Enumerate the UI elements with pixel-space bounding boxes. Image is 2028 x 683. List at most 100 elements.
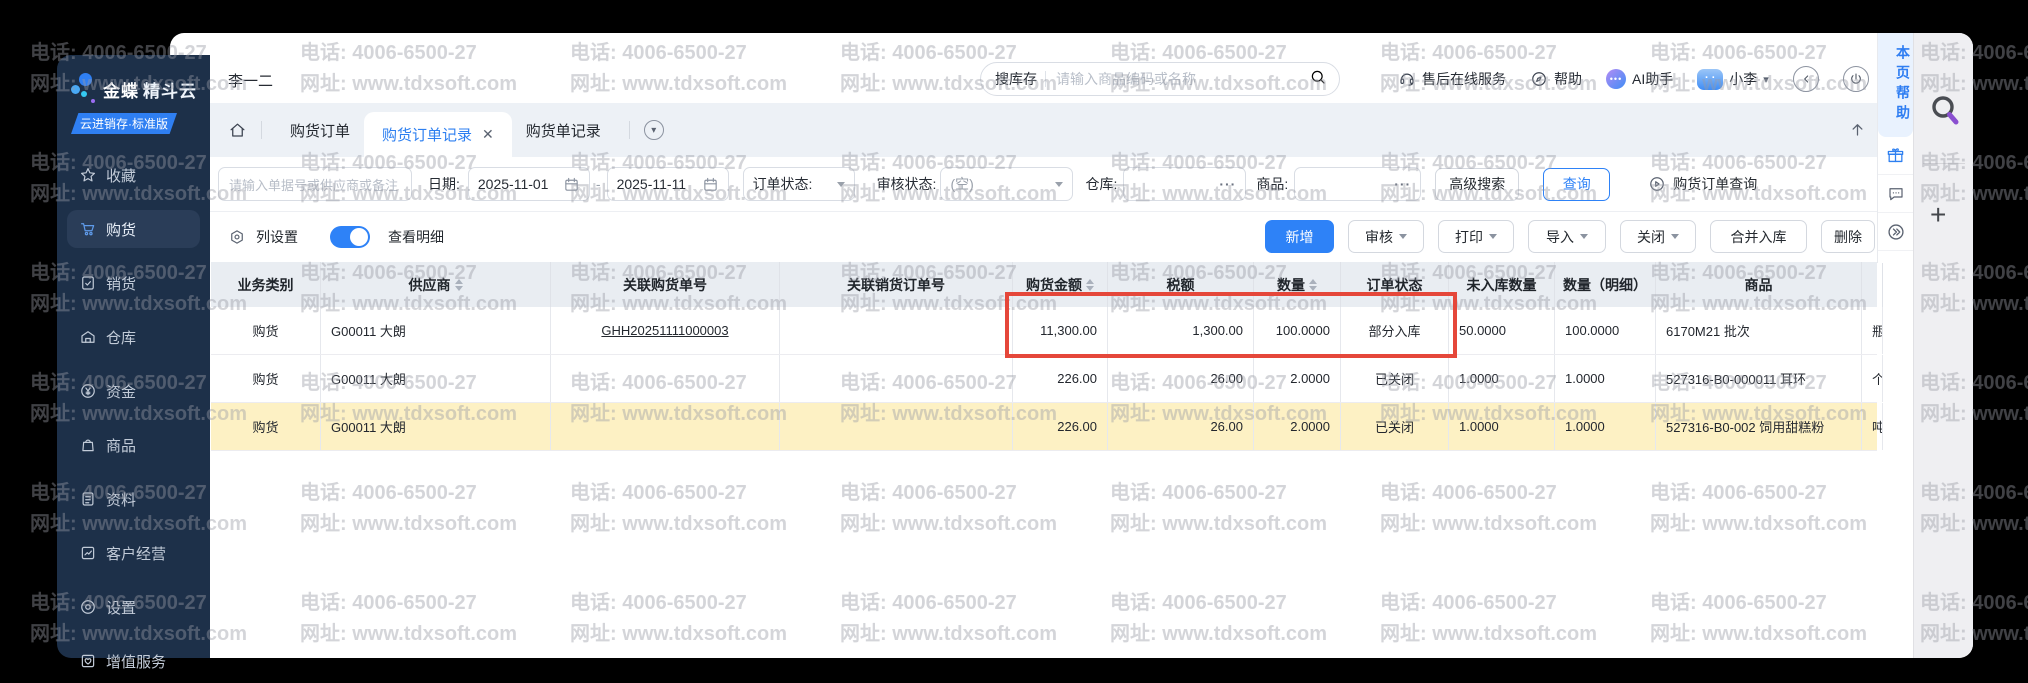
- tab-0[interactable]: 购货订单: [276, 120, 364, 141]
- search-category[interactable]: 搜库存: [995, 69, 1037, 89]
- audit-status-select[interactable]: (空): [940, 167, 1073, 201]
- toolbar-button-3[interactable]: 导入: [1528, 220, 1606, 253]
- date-to-input[interactable]: 2025-11-11: [607, 167, 729, 201]
- user-name: 小李: [1729, 69, 1757, 89]
- scroll-top-icon[interactable]: [1848, 120, 1867, 144]
- column-header-9[interactable]: 数量（明细）: [1555, 262, 1656, 307]
- sidebar-item-3[interactable]: 仓库: [67, 318, 200, 356]
- back-button[interactable]: [1793, 66, 1819, 92]
- sidebar-nav: 收藏购货销货仓库资金商品资料客户经营设置增值服务: [57, 156, 210, 680]
- date-from-input[interactable]: 2025-11-01: [468, 167, 590, 201]
- table-row-0[interactable]: 购货G00011 大朗GHH2025111100000311,300.001,3…: [211, 307, 1877, 355]
- divider: [1923, 163, 1965, 164]
- search-icon[interactable]: [1309, 68, 1327, 91]
- query-button[interactable]: 查询: [1543, 168, 1610, 201]
- cell-2-9: 1.0000: [1555, 403, 1656, 450]
- search-input[interactable]: 请输入商品编码或名称: [1056, 69, 1309, 89]
- advanced-search-button[interactable]: 高级搜索: [1435, 168, 1519, 201]
- doc-icon: [79, 490, 97, 508]
- page-help-tab[interactable]: 本页帮助: [1878, 33, 1913, 137]
- topbar-action-1[interactable]: 帮助: [1530, 69, 1582, 89]
- toolbar-button-1[interactable]: 审核: [1348, 220, 1424, 253]
- table-row-1[interactable]: 购货G00011 大朗226.0026.002.0000已关闭1.00001.0…: [211, 355, 1877, 403]
- sort-icon[interactable]: [455, 279, 463, 291]
- tabs: 购货订单购货订单记录✕购货单记录: [276, 103, 615, 157]
- toolbar-button-6[interactable]: 删除: [1821, 220, 1875, 253]
- edition-badge: 云进销存·标准版: [71, 113, 177, 134]
- tab-bar: 购货订单购货订单记录✕购货单记录 ▾: [210, 103, 1877, 157]
- column-header-6[interactable]: 数量: [1254, 262, 1341, 307]
- cell-0-6: 100.0000: [1254, 307, 1341, 354]
- cell-2-1: G00011 大朗: [321, 403, 551, 450]
- warehouse-icon: [79, 328, 97, 346]
- column-header-3[interactable]: 关联销货订单号: [780, 262, 1013, 307]
- column-settings-label[interactable]: 列设置: [256, 227, 298, 247]
- order-query-link[interactable]: 购货订单查询: [1648, 174, 1757, 194]
- table-row-2[interactable]: 购货G00011 大朗226.0026.002.0000已关闭1.00001.0…: [211, 403, 1877, 451]
- column-header-2[interactable]: 关联购货单号: [551, 262, 780, 307]
- topbar-action-2[interactable]: •••AI助手: [1606, 69, 1673, 89]
- tab-1[interactable]: 购货订单记录✕: [364, 112, 512, 157]
- order-status-select[interactable]: 订单状态:: [743, 167, 855, 201]
- cell-0-4: 11,300.00: [1013, 307, 1108, 354]
- inventory-search[interactable]: 搜库存 请输入商品编码或名称: [980, 62, 1340, 96]
- sidebar-item-9[interactable]: 增值服务: [67, 642, 200, 680]
- sidebar-item-2[interactable]: 销货: [67, 264, 200, 302]
- column-header-4[interactable]: 购货金额: [1013, 262, 1108, 307]
- sidebar-item-6[interactable]: 资料: [67, 480, 200, 518]
- sort-icon[interactable]: [1309, 279, 1317, 291]
- ellipsis-icon[interactable]: ···: [1219, 176, 1236, 192]
- user-avatar: [1697, 69, 1723, 90]
- warehouse-picker[interactable]: ···: [1123, 167, 1246, 201]
- tab-2[interactable]: 购货单记录: [512, 120, 615, 141]
- sidebar-item-1[interactable]: 购货: [67, 210, 200, 248]
- headset-icon: [1398, 70, 1416, 88]
- power-button[interactable]: [1843, 66, 1869, 92]
- magnifier-icon[interactable]: [1928, 93, 1962, 138]
- user-menu[interactable]: 小李 ▾: [1697, 69, 1769, 90]
- column-header-7[interactable]: 订单状态: [1341, 262, 1449, 307]
- toolbar-buttons: 新增审核打印导入关闭合并入库删除: [1265, 220, 1913, 253]
- cell-2-6: 2.0000: [1254, 403, 1341, 450]
- sidebar-item-5[interactable]: 商品: [67, 426, 200, 464]
- column-header-1[interactable]: 供应商: [321, 262, 551, 307]
- tab-list-chevron-down-icon[interactable]: ▾: [644, 120, 664, 140]
- cell-1-5: 26.00: [1108, 355, 1254, 402]
- chat-icon[interactable]: [1878, 175, 1913, 213]
- view-detail-toggle[interactable]: [330, 226, 370, 248]
- topbar-action-0[interactable]: 售后在线服务: [1398, 69, 1506, 89]
- toolbar-button-4[interactable]: 关闭: [1620, 220, 1696, 253]
- column-header-0[interactable]: 业务类别: [211, 262, 321, 307]
- goods-picker[interactable]: ···: [1294, 167, 1421, 201]
- document-search-input[interactable]: 请输入单据号或供应商或备注: [218, 167, 412, 201]
- home-icon[interactable]: [228, 121, 247, 140]
- column-settings-icon[interactable]: [228, 228, 246, 246]
- column-header-11[interactable]: [1862, 262, 1883, 307]
- double-chevron-right-icon[interactable]: [1878, 213, 1913, 251]
- divider: [629, 121, 630, 139]
- sidebar-item-7[interactable]: 客户经营: [67, 534, 200, 572]
- close-tab-icon[interactable]: ✕: [482, 126, 494, 143]
- sidebar-item-4[interactable]: 资金: [67, 372, 200, 410]
- cell-1-7: 已关闭: [1341, 355, 1449, 402]
- column-header-5[interactable]: 税额: [1108, 262, 1254, 307]
- cell-2-7: 已关闭: [1341, 403, 1449, 450]
- toolbar-button-2[interactable]: 打印: [1438, 220, 1514, 253]
- sidebar-item-label: 收藏: [106, 165, 136, 186]
- column-header-8[interactable]: 未入库数量: [1449, 262, 1555, 307]
- plus-icon[interactable]: +: [1930, 199, 1946, 231]
- sidebar-item-8[interactable]: 设置: [67, 588, 200, 626]
- ellipsis-icon[interactable]: ···: [1394, 176, 1411, 192]
- sidebar-item-0[interactable]: 收藏: [67, 156, 200, 194]
- sort-icon[interactable]: [1086, 279, 1094, 291]
- column-header-10[interactable]: 商品: [1656, 262, 1862, 307]
- cell-0-2: GHH20251111000003: [551, 307, 780, 354]
- cell-1-4: 226.00: [1013, 355, 1108, 402]
- toolbar-button-5[interactable]: 合并入库: [1710, 220, 1807, 253]
- gift-icon[interactable]: [1878, 137, 1913, 175]
- order-number-link[interactable]: GHH20251111000003: [601, 323, 728, 338]
- chevron-down-icon: ▾: [1763, 73, 1769, 86]
- cell-0-8: 50.0000: [1449, 307, 1555, 354]
- toolbar-button-0[interactable]: 新增: [1265, 220, 1334, 253]
- cell-0-5: 1,300.00: [1108, 307, 1254, 354]
